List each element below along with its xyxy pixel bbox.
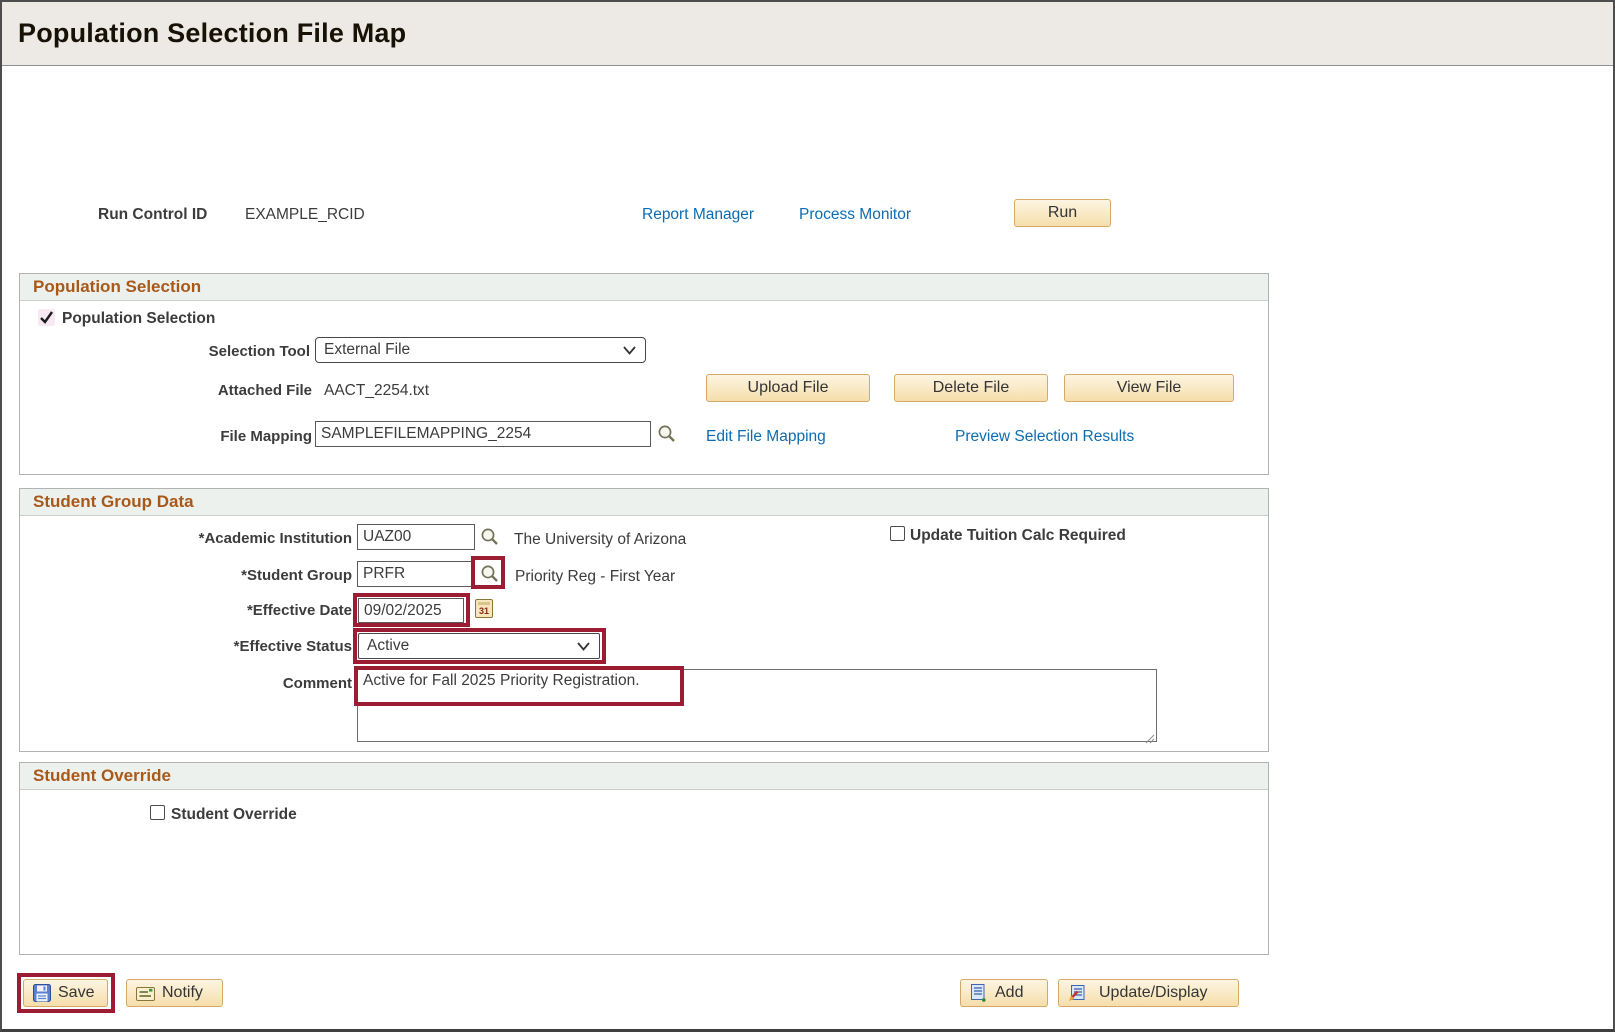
calendar-icon[interactable]: 31 (475, 599, 493, 618)
upload-file-button[interactable]: Upload File (706, 374, 870, 402)
student-group-data-section-header: Student Group Data (20, 489, 1268, 516)
comment-label: Comment (42, 675, 352, 692)
population-selection-section-title: Population Selection (33, 277, 201, 297)
notify-button-label: Notify (162, 984, 203, 1002)
update-tuition-calc-label: Update Tuition Calc Required (910, 527, 1126, 545)
notify-button[interactable]: Notify (126, 979, 223, 1007)
selection-tool-label: Selection Tool (20, 343, 310, 360)
add-button[interactable]: Add (960, 979, 1048, 1007)
population-selection-checkbox[interactable] (38, 309, 55, 326)
effective-date-label: *Effective Date (42, 602, 352, 619)
student-group-input[interactable] (357, 561, 475, 587)
population-selection-section-header: Population Selection (20, 274, 1268, 301)
page-title: Population Selection File Map (18, 18, 406, 49)
view-file-button[interactable]: View File (1064, 374, 1234, 402)
student-group-lookup-icon[interactable] (480, 564, 499, 588)
student-override-section-title: Student Override (33, 766, 171, 786)
update-tuition-calc-checkbox[interactable] (890, 526, 905, 541)
comment-textarea[interactable]: Active for Fall 2025 Priority Registrati… (357, 669, 1157, 742)
chevron-down-icon (577, 642, 590, 651)
edit-file-mapping-link[interactable]: Edit File Mapping (706, 428, 826, 446)
chevron-down-icon (623, 346, 636, 355)
run-button[interactable]: Run (1014, 199, 1111, 227)
add-button-label: Add (995, 984, 1023, 1002)
file-mapping-input[interactable] (315, 421, 651, 447)
save-icon (33, 984, 51, 1002)
student-override-checkbox[interactable] (150, 805, 165, 820)
process-monitor-link[interactable]: Process Monitor (799, 206, 911, 224)
student-group-label: *Student Group (42, 567, 352, 584)
report-manager-link[interactable]: Report Manager (642, 206, 754, 224)
student-override-section: Student Override (19, 762, 1269, 955)
save-button[interactable]: Save (23, 979, 108, 1007)
page-header: Population Selection File Map (2, 2, 1613, 66)
file-mapping-lookup-icon[interactable] (657, 424, 676, 448)
academic-institution-lookup-icon[interactable] (480, 527, 499, 551)
save-button-label: Save (58, 984, 94, 1002)
update-display-pencil-icon (1068, 985, 1087, 1002)
population-selection-checkbox-label: Population Selection (62, 310, 215, 328)
academic-institution-input[interactable] (357, 524, 475, 550)
attached-file-value: AACT_2254.txt (324, 382, 429, 400)
academic-institution-label: *Academic Institution (42, 530, 352, 547)
effective-status-select[interactable]: Active (358, 633, 600, 659)
delete-file-button[interactable]: Delete File (894, 374, 1048, 402)
run-control-id-label: Run Control ID (98, 206, 207, 224)
student-group-data-section-title: Student Group Data (33, 492, 194, 512)
effective-date-input[interactable] (358, 598, 464, 623)
effective-status-label: *Effective Status (42, 638, 352, 655)
student-override-checkbox-label: Student Override (171, 806, 297, 824)
preview-selection-results-link[interactable]: Preview Selection Results (955, 428, 1134, 446)
effective-status-value: Active (367, 637, 409, 655)
population-selection-file-map-page: Population Selection File Map Run Contro… (0, 0, 1615, 1032)
academic-institution-desc: The University of Arizona (514, 531, 686, 549)
file-mapping-label: File Mapping (22, 428, 312, 445)
selection-tool-value: External File (324, 341, 410, 359)
checkmark-icon (40, 311, 53, 324)
selection-tool-select[interactable]: External File (315, 337, 646, 363)
student-override-section-header: Student Override (20, 763, 1268, 790)
attached-file-label: Attached File (22, 382, 312, 399)
run-control-id-value: EXAMPLE_RCID (245, 206, 365, 224)
add-document-icon (970, 984, 988, 1002)
update-display-button-label: Update/Display (1099, 984, 1208, 1002)
student-group-desc: Priority Reg - First Year (515, 568, 675, 586)
update-display-button[interactable]: Update/Display (1058, 979, 1239, 1007)
notify-envelope-icon (136, 986, 155, 1001)
